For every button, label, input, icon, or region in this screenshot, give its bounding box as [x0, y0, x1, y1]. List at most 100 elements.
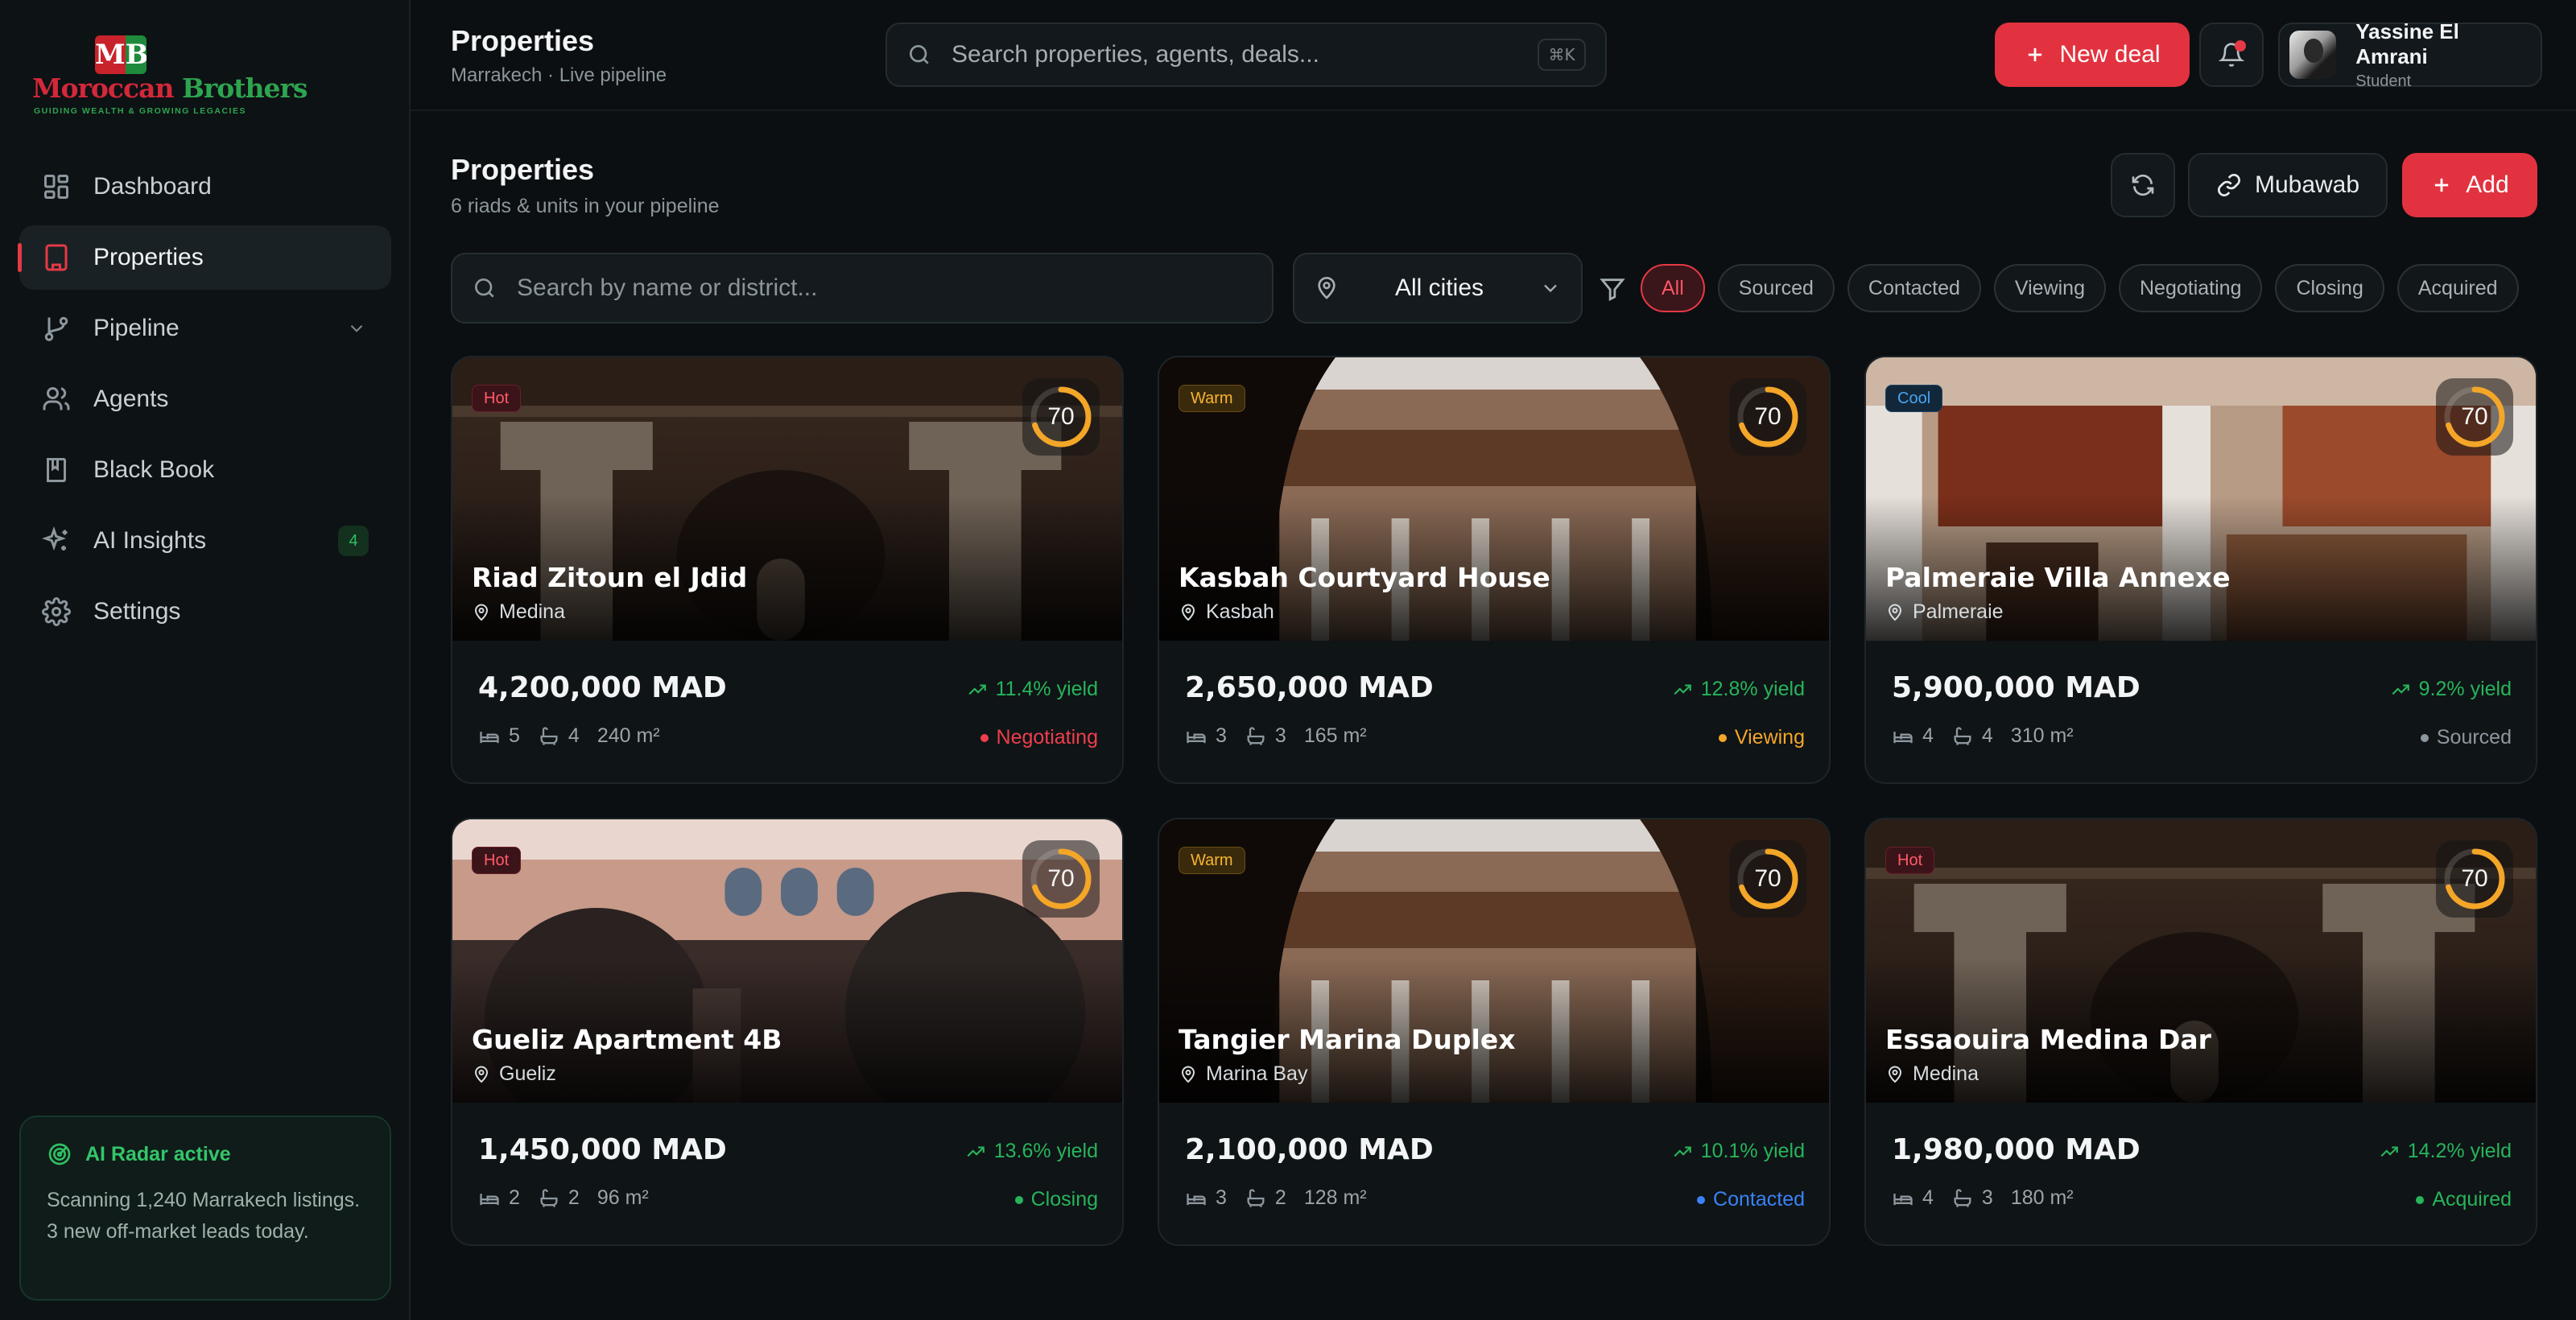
- sidebar-item-black-book[interactable]: Black Book: [19, 438, 391, 502]
- map-pin-icon: [474, 604, 489, 621]
- property-yield: 9.2% yield: [2390, 678, 2512, 701]
- temperature-badge: Cool: [1885, 385, 1943, 412]
- score-value: 70: [2461, 865, 2488, 892]
- score-value: 70: [1754, 865, 1781, 892]
- new-deal-button[interactable]: New deal: [1995, 23, 2190, 87]
- status-filter-chips: All Sourced Contacted Viewing Negotiatin…: [1641, 264, 2519, 312]
- score-value: 70: [1047, 865, 1075, 892]
- property-search[interactable]: [451, 253, 1274, 324]
- property-search-input[interactable]: [517, 274, 1253, 302]
- avatar: [2289, 31, 2337, 79]
- filter-chip-viewing[interactable]: Viewing: [1993, 264, 2106, 312]
- filter-chip-contacted[interactable]: Contacted: [1847, 264, 1981, 312]
- radar-icon: [48, 1143, 71, 1165]
- property-price: 2,650,000 MAD: [1185, 671, 1434, 704]
- score-ring: 70: [1729, 840, 1806, 918]
- user-role: Student: [2355, 72, 2412, 90]
- score-ring: 70: [2436, 840, 2513, 918]
- property-specs: 3 3 165 m²: [1185, 724, 1367, 748]
- bed-icon: [480, 1193, 499, 1205]
- property-card[interactable]: Hot 70 Essaouira Medina Dar Medina 1,980…: [1864, 818, 2537, 1246]
- sidebar-item-pipeline[interactable]: Pipeline: [19, 296, 391, 361]
- ai-radar-card[interactable]: AI Radar active Scanning 1,240 Marrakech…: [19, 1116, 391, 1301]
- score-ring: 70: [2436, 378, 2513, 456]
- logo-word-red: Moroccan: [32, 72, 182, 104]
- sparkles-icon: [42, 526, 68, 551]
- notifications-button[interactable]: [2199, 23, 2264, 87]
- property-price: 1,980,000 MAD: [1892, 1133, 2140, 1166]
- mubawab-import-button[interactable]: Mubawab: [2188, 153, 2388, 217]
- global-search-input[interactable]: [952, 41, 1538, 68]
- baths-count: 3: [1981, 1186, 1993, 1209]
- property-name: Riad Zitoun el Jdid: [472, 562, 748, 593]
- property-yield: 10.1% yield: [1672, 1140, 1805, 1163]
- yield-label: 12.8% yield: [1700, 678, 1805, 700]
- filter-chip-closing[interactable]: Closing: [2275, 264, 2384, 312]
- property-card[interactable]: Warm 70 Kasbah Courtyard House Kasbah 2,…: [1158, 356, 1831, 784]
- global-search[interactable]: ⌘K: [886, 23, 1607, 87]
- bath-icon: [540, 1188, 558, 1207]
- map-pin-icon: [1181, 604, 1195, 621]
- temperature-badge: Hot: [472, 385, 522, 412]
- property-location: Gueliz: [472, 1062, 556, 1086]
- sidebar-item-label: Properties: [93, 244, 204, 270]
- city-select[interactable]: All cities: [1293, 253, 1583, 324]
- sidebar-item-dashboard[interactable]: Dashboard: [19, 155, 391, 219]
- area-value: 96 m²: [597, 1186, 649, 1209]
- user-menu[interactable]: Yassine El Amrani Student: [2278, 19, 2542, 90]
- score-value: 70: [1047, 403, 1075, 430]
- trending-up-icon: [2380, 1146, 2398, 1157]
- filter-chip-all[interactable]: All: [1641, 264, 1705, 312]
- radar-title: AI Radar active: [85, 1142, 231, 1165]
- sidebar-item-agents[interactable]: Agents: [19, 367, 391, 431]
- status-badge: Negotiating: [980, 726, 1098, 749]
- property-price: 2,100,000 MAD: [1185, 1133, 1434, 1166]
- filter-chip-sourced[interactable]: Sourced: [1717, 264, 1835, 312]
- property-specs: 5 4 240 m²: [478, 724, 660, 748]
- property-price: 5,900,000 MAD: [1892, 671, 2140, 704]
- sidebar-item-label: Settings: [93, 598, 181, 625]
- property-card[interactable]: Warm 70 Tangier Marina Duplex Marina Bay…: [1158, 818, 1831, 1246]
- notification-dot: [2235, 40, 2246, 52]
- dashboard-icon: [44, 175, 68, 199]
- topbar-title: Properties: [451, 24, 595, 57]
- property-card[interactable]: Hot 70 Riad Zitoun el Jdid Medina 4,200,…: [451, 356, 1124, 784]
- property-price: 4,200,000 MAD: [478, 671, 727, 704]
- yield-label: 13.6% yield: [993, 1140, 1098, 1162]
- sidebar-item-settings[interactable]: Settings: [19, 580, 391, 644]
- property-grid: Hot 70 Riad Zitoun el Jdid Medina 4,200,…: [451, 356, 2537, 1246]
- topbar: Properties Marrakech · Live pipeline ⌘K …: [411, 0, 2576, 111]
- filter-icon[interactable]: [1599, 275, 1626, 303]
- building-icon: [45, 244, 68, 271]
- logo-monogram-b: B: [125, 35, 147, 74]
- temperature-badge: Warm: [1179, 385, 1245, 412]
- sidebar-item-ai-insights[interactable]: AI Insights 4: [19, 509, 391, 573]
- refresh-icon: [2132, 174, 2154, 196]
- new-deal-label: New deal: [2059, 41, 2161, 68]
- chevron-down-icon: [1544, 284, 1557, 293]
- plus-icon: [2435, 178, 2449, 192]
- brand-logo[interactable]: M B Moroccan Brothers GUIDING WEALTH & G…: [32, 35, 308, 119]
- property-name: Tangier Marina Duplex: [1179, 1024, 1516, 1055]
- property-location: Marina Bay: [1179, 1062, 1307, 1086]
- status-label: Contacted: [1713, 1188, 1805, 1211]
- trending-up-icon: [1674, 684, 1691, 695]
- refresh-button[interactable]: [2111, 153, 2175, 217]
- status-label: Acquired: [2432, 1188, 2512, 1211]
- status-dot: [1014, 1195, 1023, 1204]
- status-label: Negotiating: [996, 726, 1098, 749]
- area-value: 128 m²: [1303, 1186, 1367, 1209]
- sidebar-item-properties[interactable]: Properties: [18, 225, 391, 290]
- property-card[interactable]: Cool 70 Palmeraie Villa Annexe Palmeraie…: [1864, 356, 2537, 784]
- plus-icon: [2029, 47, 2042, 62]
- add-property-button[interactable]: Add: [2402, 153, 2537, 217]
- filter-chip-negotiating[interactable]: Negotiating: [2119, 264, 2263, 312]
- sidebar-nav: Dashboard Properties Pipeline Agents Bla…: [18, 155, 391, 650]
- logo-tagline: GUIDING WEALTH & GROWING LEGACIES: [34, 106, 246, 116]
- property-card[interactable]: Hot 70 Gueliz Apartment 4B Gueliz 1,450,…: [451, 818, 1124, 1246]
- location-label: Medina: [1913, 1062, 1979, 1085]
- filter-chip-acquired[interactable]: Acquired: [2396, 264, 2519, 312]
- beds-count: 2: [509, 1186, 520, 1209]
- property-location: Palmeraie: [1885, 600, 2004, 624]
- chevron-down-icon[interactable]: [346, 318, 367, 339]
